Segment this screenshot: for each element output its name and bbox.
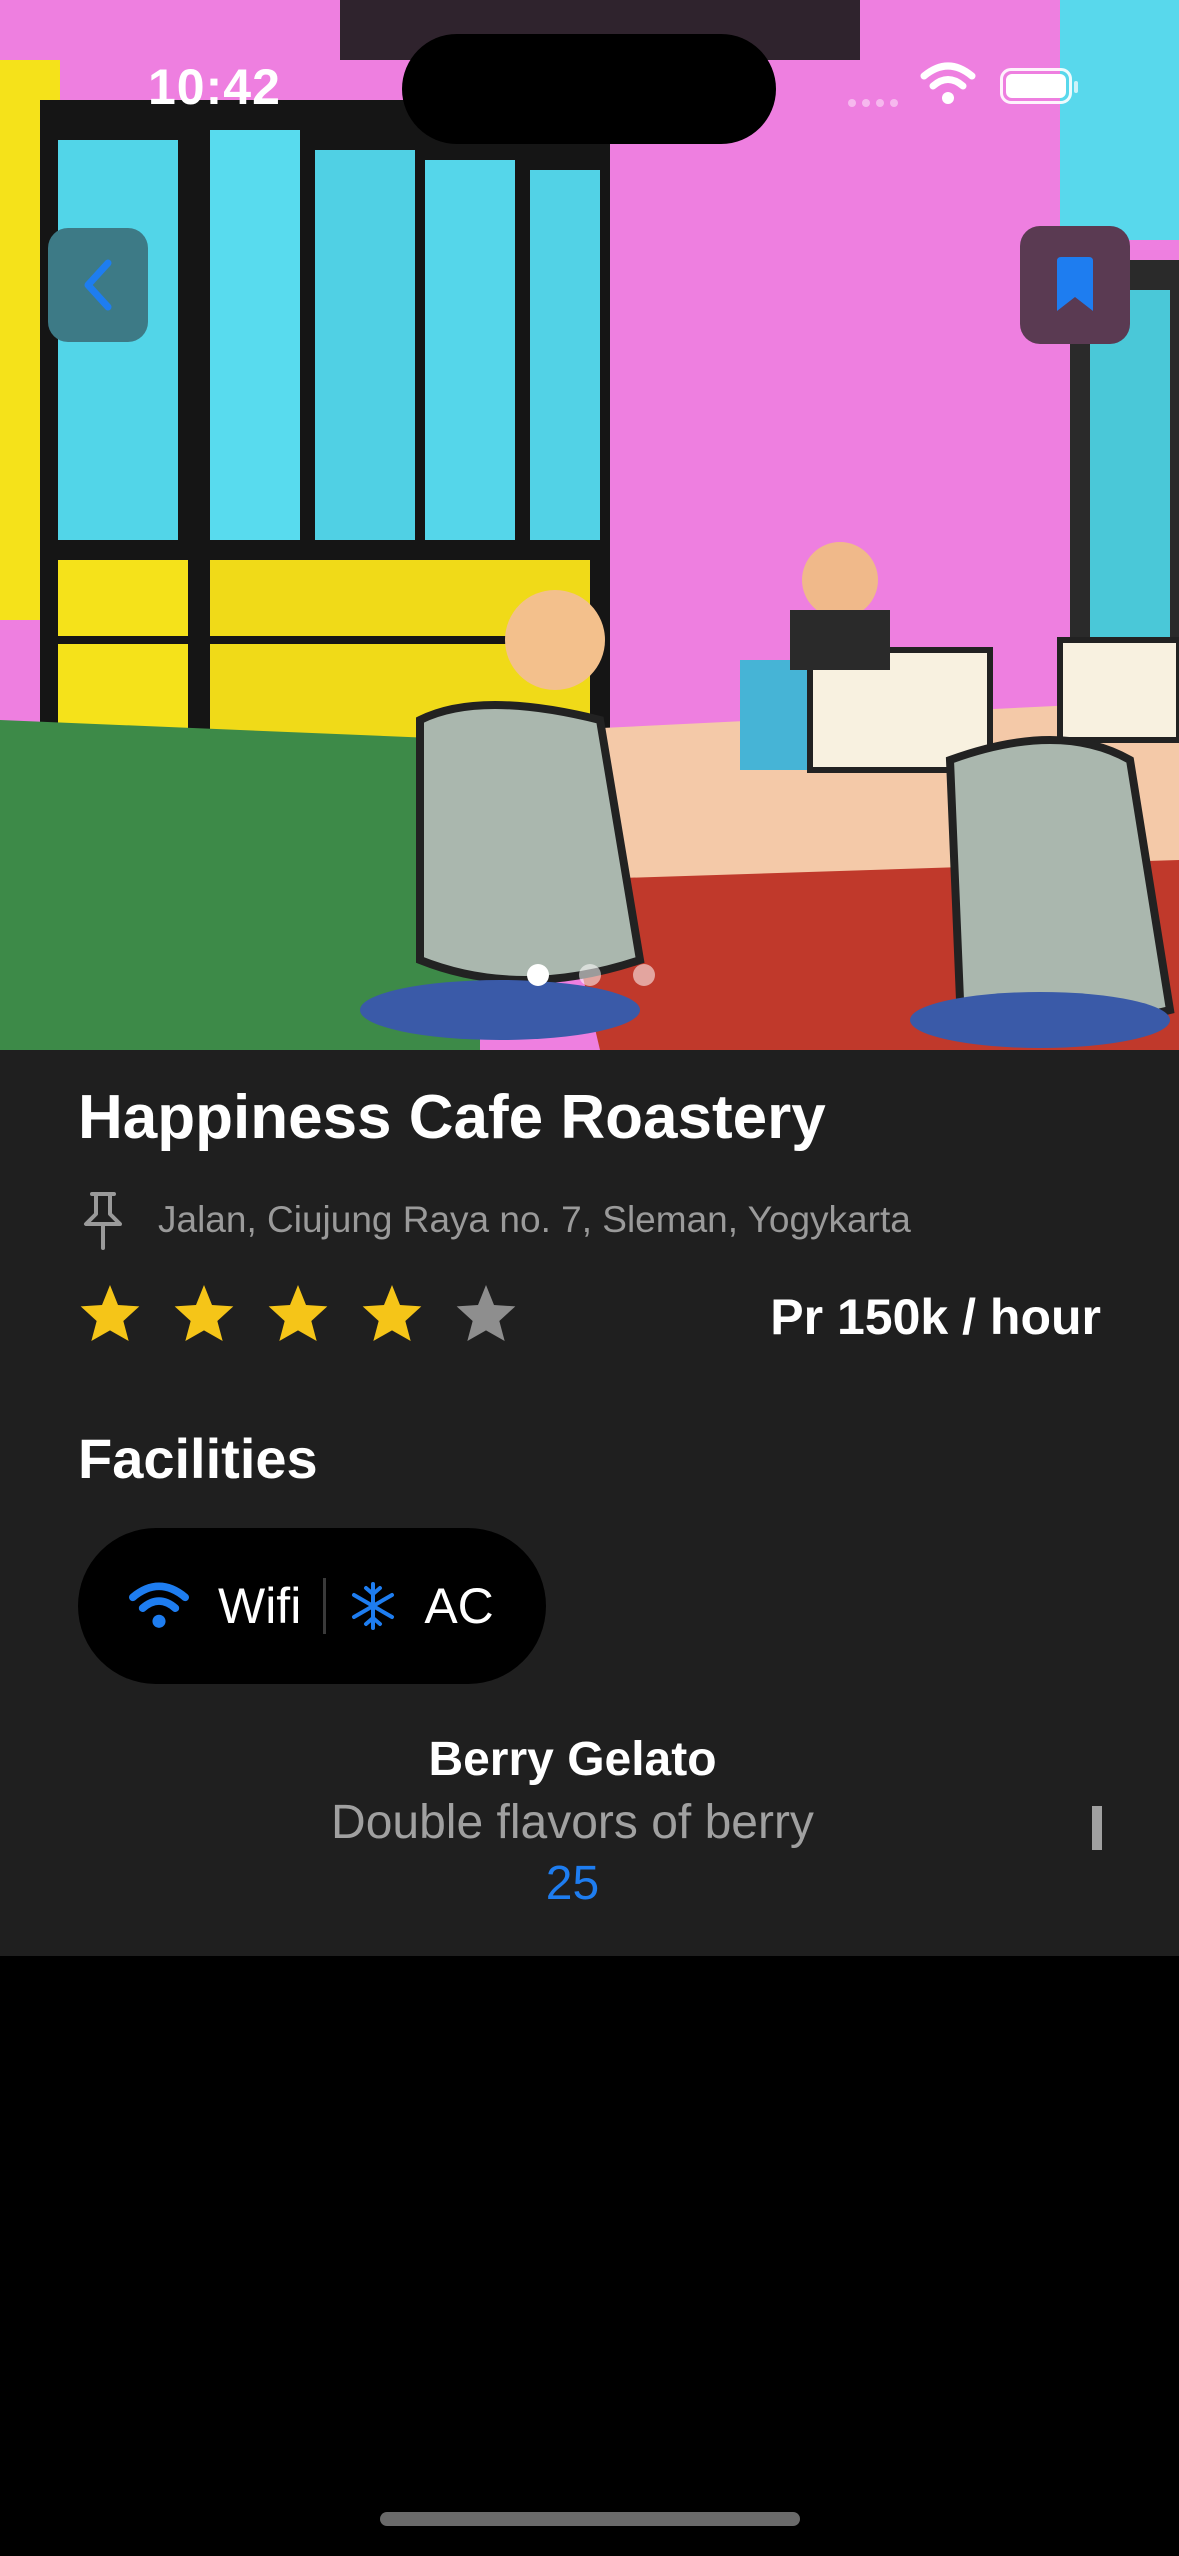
star-filled-icon: [174, 1285, 234, 1341]
facilities-heading: Facilities: [78, 1427, 318, 1490]
menu-item-price: 25: [545, 1857, 600, 1910]
status-time: 10:42: [148, 59, 281, 115]
snowflake-icon: [352, 1582, 395, 1630]
facility-label: AC: [424, 1578, 494, 1634]
wifi-icon: [129, 1582, 189, 1628]
home-indicator[interactable]: [380, 2512, 800, 2526]
facility-wifi: Wifi: [128, 1577, 301, 1635]
menu-item-description: Double flavors of berry: [331, 1796, 814, 1849]
star-empty-icon: [456, 1285, 516, 1341]
pin-icon: [84, 1192, 122, 1250]
facility-ac: AC: [348, 1577, 494, 1635]
battery-icon: [1000, 68, 1078, 104]
facilities-list: Wifi AC: [78, 1528, 546, 1684]
star-filled-icon: [268, 1285, 328, 1341]
star-filled-icon: [362, 1285, 422, 1341]
status-bar: 10:42: [0, 0, 1179, 170]
next-menu-card-peek[interactable]: [1092, 1806, 1102, 1850]
bookmark-icon: [1057, 257, 1093, 311]
venue-address: Jalan, Ciujung Raya no. 7, Sleman, Yogyk…: [158, 1199, 911, 1240]
rating-stars: [78, 1282, 548, 1344]
facility-divider: [323, 1578, 327, 1634]
page-dot[interactable]: [633, 964, 655, 986]
menu-item-card[interactable]: Berry Gelato Double flavors of berry 25: [0, 1732, 1145, 1911]
cellular-signal-icon: [848, 94, 904, 112]
page-dot[interactable]: [579, 964, 601, 986]
address-row: Jalan, Ciujung Raya no. 7, Sleman, Yogyk…: [78, 1190, 911, 1250]
menu-item-name: Berry Gelato: [428, 1733, 717, 1786]
wifi-status-icon: [920, 62, 976, 104]
venue-title: Happiness Cafe Roastery: [78, 1083, 826, 1152]
star-filled-icon: [80, 1285, 140, 1341]
venue-price: Pr 150k / hour: [770, 1289, 1101, 1345]
back-button[interactable]: [48, 228, 148, 342]
chevron-left-icon: [84, 259, 112, 311]
bookmark-button[interactable]: [1020, 226, 1130, 344]
dynamic-island: [402, 34, 776, 144]
page-dot-active[interactable]: [527, 964, 549, 986]
facility-label: Wifi: [218, 1578, 302, 1634]
